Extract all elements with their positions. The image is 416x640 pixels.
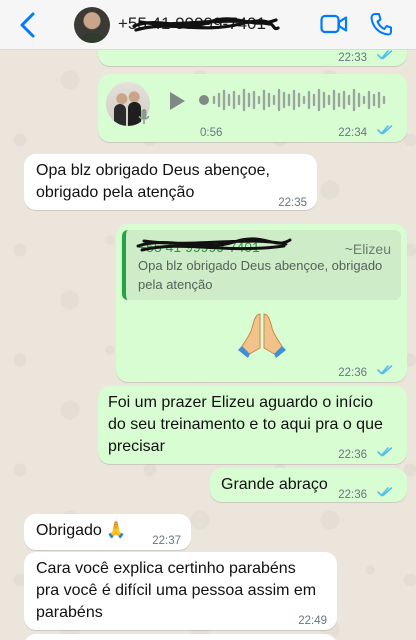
read-ticks-icon — [377, 125, 393, 135]
read-ticks-icon — [377, 50, 393, 60]
quoted-text: Opa blz obrigado Deus abençoe, obrigado … — [138, 258, 383, 292]
message-bubble-outgoing[interactable]: Grande abraço 22:36 — [210, 468, 407, 502]
chat-header: +55 41 99999-7401 — [0, 0, 416, 50]
message-text: Obrigado 🙏 — [36, 522, 127, 539]
quoted-message[interactable]: +55 41 99999-7401 ~Elizeu Opa blz obriga… — [122, 230, 401, 300]
message-text: Opa blz obrigado Deus abençoe, obrigado … — [36, 162, 270, 201]
voice-message-bubble[interactable]: 0:56 22:34 — [98, 74, 407, 142]
message-time: 22:37 — [152, 535, 181, 547]
voice-waveform[interactable] — [198, 86, 388, 114]
mic-icon — [138, 109, 150, 124]
contact-name[interactable]: +55 41 99999-7401 — [118, 14, 266, 34]
phone-call-icon[interactable] — [370, 12, 392, 36]
back-chevron-icon[interactable] — [16, 11, 40, 39]
play-icon[interactable] — [168, 91, 186, 111]
message-text: Cara você explica certinho parabéns pra … — [36, 560, 317, 621]
message-text: Grande abraço — [221, 476, 328, 493]
message-bubble-incoming[interactable]: Obrigado 🙏 22:37 — [24, 514, 191, 550]
folded-hands-emoji-icon — [238, 313, 286, 358]
quoted-sender: +55 41 99999-7401 — [138, 239, 260, 255]
message-bubble-incoming[interactable]: Opa blz obrigado Deus abençoe, obrigado … — [24, 154, 317, 210]
message-time: 22:34 — [338, 127, 367, 139]
voice-duration: 0:56 — [200, 127, 223, 139]
message-time: 22:35 — [278, 197, 307, 209]
message-time: 22:33 — [338, 52, 367, 64]
contact-avatar[interactable] — [74, 7, 110, 43]
message-bubble-incoming[interactable]: Cara você explica certinho parabéns pra … — [24, 552, 337, 630]
message-time: 22:36 — [338, 489, 367, 501]
message-bubble-outgoing[interactable]: Foi um prazer Elizeu aguardo o início do… — [98, 386, 407, 464]
reply-message-bubble[interactable]: +55 41 99999-7401 ~Elizeu Opa blz obriga… — [116, 224, 407, 382]
message-time: 22:36 — [338, 367, 367, 379]
read-ticks-icon — [377, 365, 393, 375]
message-bubble-incoming-partial — [24, 634, 337, 640]
video-call-icon[interactable] — [320, 13, 348, 35]
read-ticks-icon — [377, 487, 393, 497]
read-ticks-icon — [377, 447, 393, 457]
message-time: 22:36 — [338, 449, 367, 461]
message-time: 22:49 — [298, 615, 327, 627]
